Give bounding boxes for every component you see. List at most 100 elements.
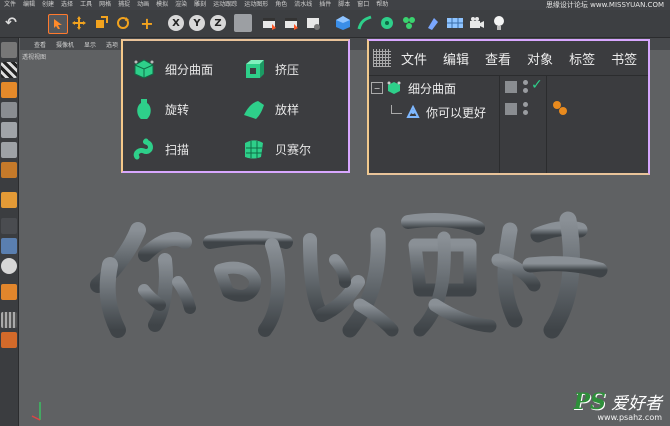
move-icon[interactable] <box>70 14 88 32</box>
visibility-editor-dot[interactable] <box>523 80 528 85</box>
object-row[interactable]: 你可以更好 <box>391 103 486 121</box>
tag-icon[interactable] <box>551 99 569 117</box>
om-menu-view[interactable]: 查看 <box>485 49 511 68</box>
visibility-editor-dot[interactable] <box>523 102 528 107</box>
menu-window[interactable]: 窗口 <box>357 0 369 10</box>
palette-item-subdivision[interactable]: 细分曲面 <box>131 56 213 82</box>
object-name[interactable]: 细分曲面 <box>408 80 456 97</box>
palette-item-bezier[interactable]: 贝赛尔 <box>241 136 311 162</box>
pen-tool-icon[interactable] <box>356 14 374 32</box>
viewport-menu-camera[interactable]: 摄像机 <box>56 40 74 49</box>
subdivision-toolbar-icon[interactable] <box>378 14 396 32</box>
snap-icon[interactable] <box>1 238 17 254</box>
palette-label: 旋转 <box>165 102 190 117</box>
polygons-mode-icon[interactable] <box>1 162 17 178</box>
object-name[interactable]: 你可以更好 <box>426 104 486 121</box>
palette-item-extrude[interactable]: 挤压 <box>241 56 299 82</box>
light-icon[interactable] <box>490 14 508 32</box>
axis-x-lock[interactable]: X <box>168 15 184 31</box>
palette-item-loft[interactable]: 放样 <box>241 96 299 122</box>
ps-watermark: PS 爱好者 www.psahz.com <box>573 389 662 422</box>
left-mode-toolbar <box>0 38 19 426</box>
menu-sculpt[interactable]: 雕刻 <box>194 0 206 10</box>
palette-label: 挤压 <box>275 62 300 77</box>
floor-icon[interactable] <box>446 14 464 32</box>
workplane-icon[interactable] <box>1 102 17 118</box>
viewport-menu-display[interactable]: 显示 <box>84 40 96 49</box>
om-menu-bookmarks[interactable]: 书签 <box>611 49 637 68</box>
om-menu-file[interactable]: 文件 <box>401 49 427 68</box>
menu-edit[interactable]: 编辑 <box>23 0 35 10</box>
palette-label: 贝赛尔 <box>275 142 312 157</box>
subdivision-surface-icon <box>387 81 401 94</box>
texture-mode-icon[interactable] <box>1 82 17 98</box>
tree-connector <box>391 104 402 114</box>
column-divider <box>499 75 500 173</box>
sweep-icon <box>131 136 157 162</box>
menu-help[interactable]: 帮助 <box>376 0 388 10</box>
edges-mode-icon[interactable] <box>1 142 17 158</box>
loft-icon <box>241 96 267 122</box>
menu-character[interactable]: 角色 <box>275 0 287 10</box>
menu-motion-tracking[interactable]: 运动跟踪 <box>213 0 237 10</box>
axis-z-lock[interactable]: Z <box>210 15 226 31</box>
palette-item-sweep[interactable]: 扫描 <box>131 136 189 162</box>
layer-icon[interactable] <box>505 103 517 115</box>
magnet-icon[interactable] <box>1 284 17 300</box>
camera-icon[interactable] <box>468 14 486 32</box>
palette-label: 扫描 <box>165 142 190 157</box>
coordinate-system-icon[interactable] <box>234 14 252 32</box>
checker-icon[interactable] <box>1 62 17 78</box>
menu-pipeline[interactable]: 流水线 <box>294 0 312 10</box>
points-mode-icon[interactable] <box>1 122 17 138</box>
visibility-render-dot[interactable] <box>523 110 528 115</box>
menu-plugins[interactable]: 插件 <box>319 0 331 10</box>
undo-icon[interactable]: ↶ <box>2 14 20 32</box>
om-menu-edit[interactable]: 编辑 <box>443 49 469 68</box>
grip-icon[interactable] <box>373 49 391 67</box>
menu-file[interactable]: 文件 <box>4 0 16 10</box>
axis-y-lock[interactable]: Y <box>189 15 205 31</box>
ps-logo: PS <box>573 389 606 415</box>
cube-icon[interactable] <box>334 14 352 32</box>
deformer-icon[interactable] <box>424 14 442 32</box>
menu-select[interactable]: 选择 <box>61 0 73 10</box>
grid-icon[interactable] <box>1 312 17 328</box>
tweak-mode-icon[interactable] <box>1 218 17 234</box>
column-divider <box>546 75 547 173</box>
om-menu-objects[interactable]: 对象 <box>527 49 553 68</box>
palette-item-lathe[interactable]: 旋转 <box>131 96 189 122</box>
render-settings-icon[interactable] <box>304 14 322 32</box>
render-active-icon[interactable] <box>282 14 300 32</box>
object-row[interactable]: − 细分曲面 <box>371 79 456 97</box>
menu-mograph[interactable]: 运动图形 <box>244 0 268 10</box>
render-view-icon[interactable] <box>260 14 278 32</box>
select-arrow-icon[interactable] <box>48 14 68 34</box>
lathe-icon <box>131 96 157 122</box>
layer-icon[interactable] <box>505 81 517 93</box>
om-menu-tags[interactable]: 标签 <box>569 49 595 68</box>
make-editable-icon[interactable] <box>1 42 17 58</box>
viewport-menu-view[interactable]: 查看 <box>34 40 46 49</box>
soft-selection-icon[interactable] <box>1 258 17 274</box>
axis-mode-icon[interactable] <box>1 192 17 208</box>
menu-animate[interactable]: 动画 <box>137 0 149 10</box>
menu-script[interactable]: 脚本 <box>338 0 350 10</box>
add-icon[interactable]: + <box>138 14 156 33</box>
cloner-icon[interactable] <box>400 14 418 32</box>
collapse-toggle[interactable]: − <box>371 82 383 94</box>
menu-snap[interactable]: 捕捉 <box>118 0 130 10</box>
menu-mesh[interactable]: 网格 <box>99 0 111 10</box>
menu-simulate[interactable]: 模拟 <box>156 0 168 10</box>
menu-create[interactable]: 创建 <box>42 0 54 10</box>
enabled-check-icon[interactable]: ✓ <box>531 77 543 93</box>
lock-workplane-icon[interactable] <box>1 332 17 348</box>
inflated-3d-text[interactable] <box>60 190 620 360</box>
bezier-icon <box>241 136 267 162</box>
visibility-render-dot[interactable] <box>523 88 528 93</box>
scale-icon[interactable] <box>92 14 110 32</box>
menu-render[interactable]: 渲染 <box>175 0 187 10</box>
menu-tools[interactable]: 工具 <box>80 0 92 10</box>
viewport-menu-options[interactable]: 选项 <box>106 40 118 49</box>
rotate-icon[interactable] <box>114 14 132 32</box>
